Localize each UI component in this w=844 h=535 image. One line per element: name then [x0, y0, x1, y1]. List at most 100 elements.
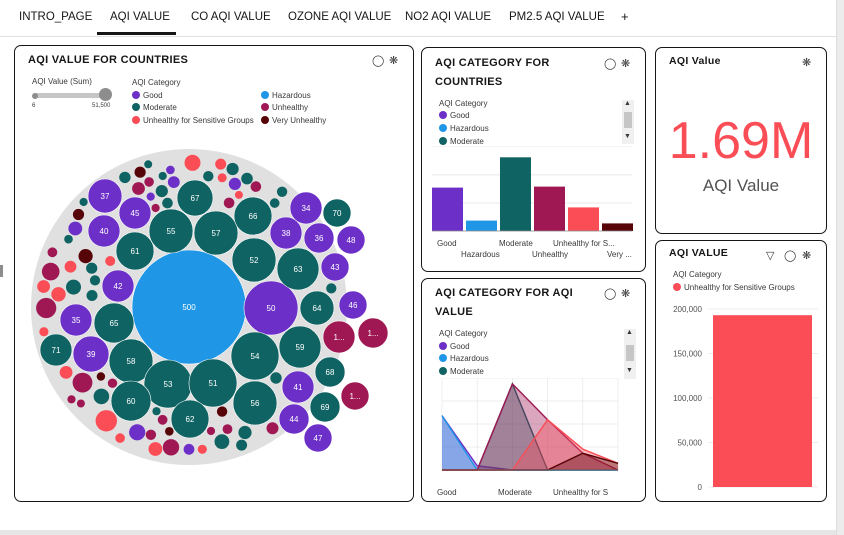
bubble-small[interactable]	[66, 279, 81, 295]
bubble-small[interactable]	[47, 247, 58, 258]
bubble-small[interactable]	[37, 280, 50, 293]
lightbulb-icon[interactable]: ◯	[604, 288, 616, 300]
bubble-small[interactable]	[41, 262, 60, 281]
bubble-small[interactable]	[226, 162, 239, 176]
bubble-small[interactable]	[59, 366, 73, 379]
bubble-small[interactable]	[86, 290, 98, 301]
settings-icon[interactable]: ❋	[621, 288, 630, 300]
bubble-small[interactable]	[241, 172, 253, 185]
bubble-small[interactable]	[184, 154, 201, 171]
bubble-small[interactable]	[67, 395, 76, 404]
bubble-small[interactable]	[93, 388, 110, 405]
bubble-small[interactable]	[228, 177, 241, 190]
bubble-small[interactable]	[95, 410, 118, 432]
bar[interactable]	[534, 186, 565, 231]
bubble-small[interactable]	[183, 443, 195, 455]
bubble-small[interactable]	[36, 297, 57, 319]
bubble-small[interactable]	[238, 425, 252, 440]
bubble-small[interactable]	[216, 406, 228, 417]
category-value-panel[interactable]: AQI CATEGORY FOR AQI VALUE ◯ ❋ AQI Categ…	[421, 278, 646, 502]
category-countries-panel[interactable]: AQI CATEGORY FOR COUNTRIES ◯ ❋ AQI Categ…	[421, 47, 646, 272]
side-drag-handle[interactable]	[0, 265, 3, 277]
bubble-small[interactable]	[157, 414, 168, 425]
scroll-down-icon[interactable]: ▼	[626, 367, 633, 374]
bubble-small[interactable]	[326, 283, 337, 294]
settings-icon[interactable]: ❋	[621, 58, 630, 70]
page-scrollbar[interactable]	[836, 0, 844, 535]
bubble-small[interactable]	[146, 192, 155, 201]
bubble-small[interactable]	[234, 190, 243, 199]
bubble-small[interactable]	[222, 424, 233, 434]
bubble-small[interactable]	[86, 262, 98, 274]
category-countries-chart[interactable]	[430, 146, 640, 266]
tab-no2-aqi-value[interactable]: NO2 AQI VALUE	[405, 11, 491, 23]
bubble-small[interactable]	[223, 197, 235, 209]
bubble-small[interactable]	[79, 197, 88, 207]
legend-scrollbar[interactable]: ▲ ▼	[622, 100, 634, 144]
bubble-small[interactable]	[236, 439, 248, 451]
bubble-small[interactable]	[144, 177, 154, 187]
kpi-panel[interactable]: AQI Value ❋ 1.69M AQI Value	[655, 47, 827, 234]
bubble-small[interactable]	[203, 171, 214, 182]
bubble-small[interactable]	[145, 429, 157, 440]
tab-aqi-value[interactable]: AQI VALUE	[110, 11, 170, 23]
bubble-small[interactable]	[78, 249, 93, 264]
legend-scrollbar[interactable]: ▲ ▼	[624, 329, 636, 379]
bubble-small[interactable]	[151, 203, 160, 213]
bubble-small[interactable]	[167, 176, 180, 189]
bar[interactable]	[432, 187, 463, 231]
bubble-small[interactable]	[72, 372, 93, 393]
bubble-small[interactable]	[197, 444, 207, 454]
bubble-small[interactable]	[162, 197, 173, 209]
bubble-small[interactable]	[162, 439, 180, 456]
bubble-small[interactable]	[217, 173, 227, 183]
aqi-value-chart[interactable]: 0 50,000 100,000 150,000 200,000	[656, 299, 826, 499]
bubble-small[interactable]	[250, 181, 262, 192]
bar[interactable]	[500, 157, 531, 231]
bubble-chart[interactable]: 500 50 37 45 40 61 42 35 65 71 39 58 67 55 57 66 52 38 34 7…	[15, 46, 413, 501]
bubble-small[interactable]	[214, 434, 230, 449]
bar[interactable]	[602, 223, 633, 231]
bar[interactable]	[466, 220, 497, 231]
bubble-small[interactable]	[134, 166, 146, 178]
bubble-panel[interactable]: AQI VALUE FOR COUNTRIES ◯ ❋ AQI Value (S…	[14, 45, 414, 502]
tab-co-aqi-value[interactable]: CO AQI VALUE	[191, 11, 271, 23]
bubble-small[interactable]	[72, 208, 85, 221]
bottom-scroll-bar[interactable]	[0, 530, 836, 535]
bubble-small[interactable]	[76, 399, 85, 408]
scroll-thumb[interactable]	[624, 112, 632, 128]
bar[interactable]	[713, 315, 812, 487]
bubble-small[interactable]	[148, 442, 163, 456]
bubble-small[interactable]	[89, 275, 101, 286]
bubble-small[interactable]	[132, 182, 145, 195]
bubble-small[interactable]	[119, 171, 131, 184]
tab-intro-page[interactable]: INTRO_PAGE	[19, 11, 92, 23]
category-value-chart[interactable]	[428, 378, 640, 490]
filter-icon[interactable]: ▽	[766, 250, 774, 262]
settings-icon[interactable]: ❋	[802, 57, 811, 69]
bubble-small[interactable]	[51, 287, 66, 302]
settings-icon[interactable]: ❋	[802, 250, 811, 262]
bubble-small[interactable]	[165, 427, 174, 436]
bubble-small[interactable]	[144, 160, 153, 169]
bubble-small[interactable]	[152, 407, 161, 416]
bar[interactable]	[568, 207, 599, 231]
lightbulb-icon[interactable]: ◯	[604, 58, 616, 70]
bubble-small[interactable]	[266, 422, 279, 435]
scroll-down-icon[interactable]: ▼	[624, 133, 631, 140]
bubble-small[interactable]	[115, 433, 125, 443]
bubble-small[interactable]	[107, 378, 118, 388]
bubble-small[interactable]	[64, 234, 73, 244]
bubble-small[interactable]	[276, 186, 288, 197]
scroll-up-icon[interactable]: ▲	[624, 100, 631, 107]
bubble-small[interactable]	[105, 256, 116, 266]
bubble-small[interactable]	[68, 221, 83, 236]
add-tab-button[interactable]: +	[621, 9, 629, 24]
bubble-small[interactable]	[155, 185, 168, 198]
aqi-value-panel[interactable]: AQI VALUE ▽ ◯ ❋ AQI Category Unhealthy f…	[655, 240, 827, 502]
lightbulb-icon[interactable]: ◯	[784, 250, 796, 262]
bubble-small[interactable]	[96, 372, 106, 381]
bubble-small[interactable]	[158, 171, 167, 181]
bubble-small[interactable]	[269, 198, 280, 208]
bubble-small[interactable]	[129, 424, 146, 441]
